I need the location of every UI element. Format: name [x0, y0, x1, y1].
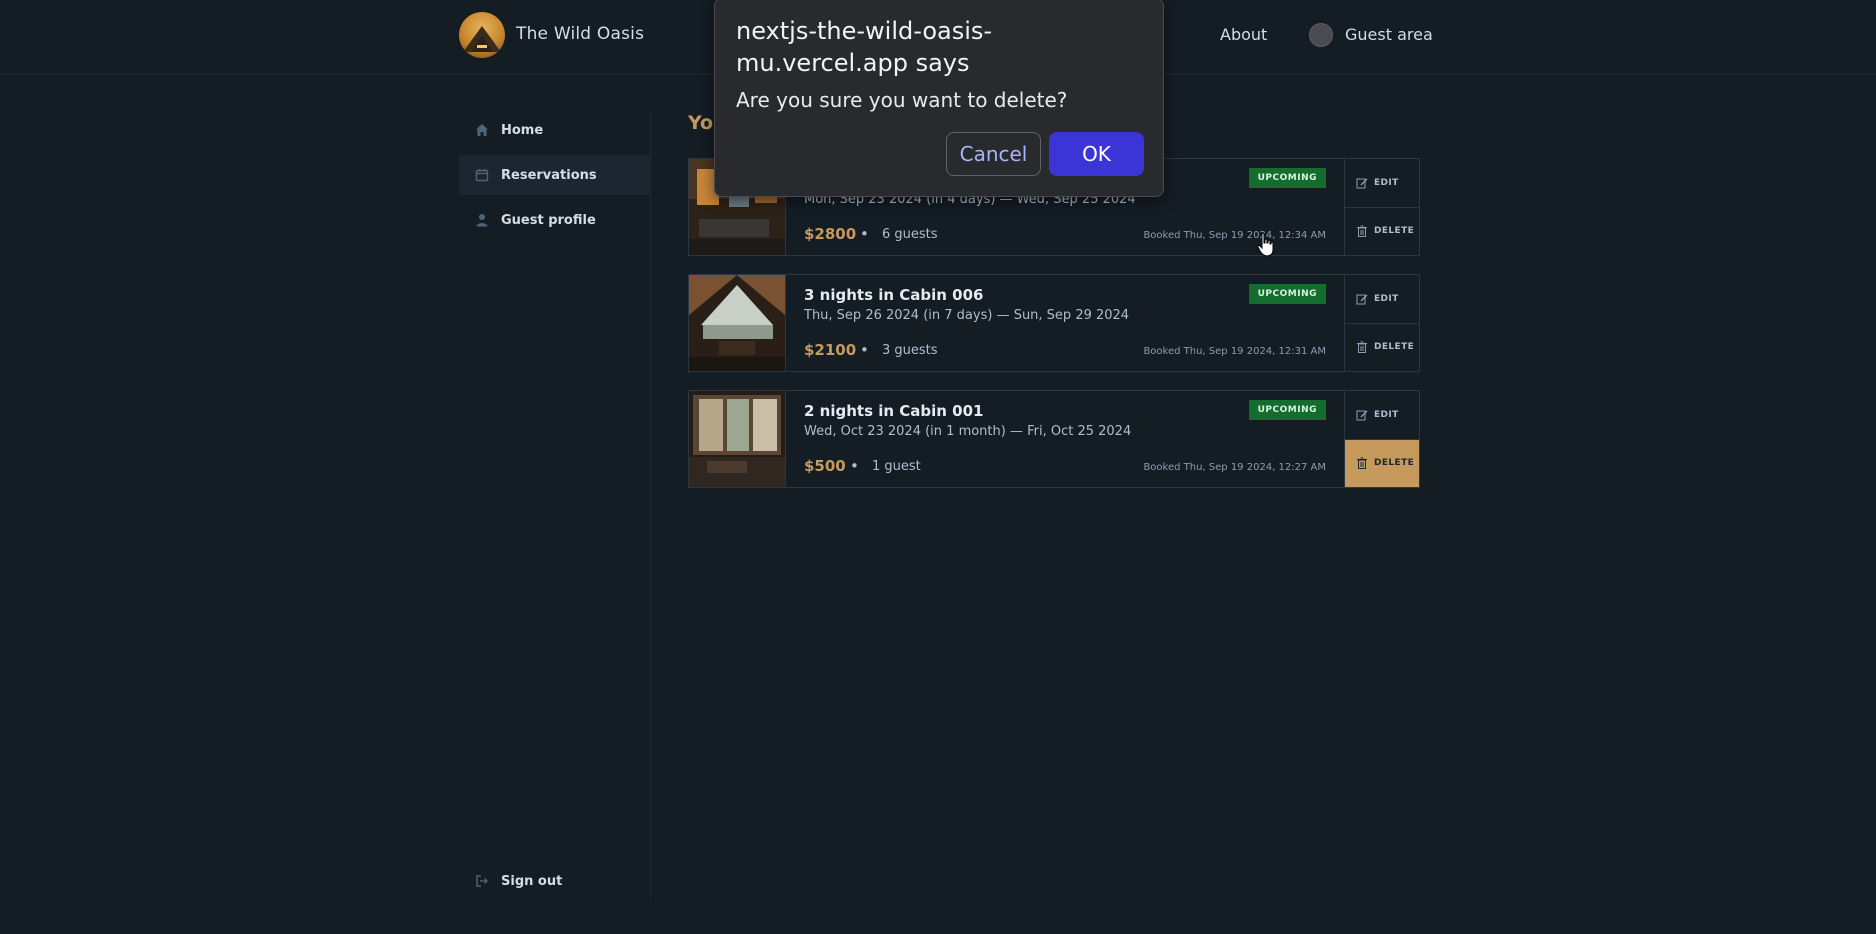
reservation-guests: 1 guest: [872, 459, 921, 474]
sidebar-item-label: Guest profile: [501, 212, 596, 228]
booked-date: Booked Thu, Sep 19 2024, 12:34 AM: [1143, 230, 1326, 241]
status-badge: UPCOMING: [1248, 168, 1326, 188]
sidebar-item-home[interactable]: Home: [459, 110, 651, 150]
booked-date: Booked Thu, Sep 19 2024, 12:27 AM: [1143, 462, 1326, 473]
sidebar-item-reservations[interactable]: Reservations: [459, 155, 651, 195]
edit-button[interactable]: EDIT: [1345, 275, 1419, 323]
sidebar-item-label: Reservations: [501, 167, 597, 183]
reservation-guests: 3 guests: [882, 343, 938, 358]
cabin-image: [689, 275, 785, 371]
reservation-title: 3 nights in Cabin 006: [804, 286, 984, 304]
dialog-message: Are you sure you want to delete?: [736, 88, 1068, 112]
logo[interactable]: [459, 12, 505, 58]
pencil-icon: [1356, 177, 1368, 189]
reservation-actions: EDIT DELETE: [1344, 159, 1419, 255]
trash-icon: [1356, 457, 1368, 470]
separator-dot: •: [850, 457, 859, 475]
edit-label: EDIT: [1374, 293, 1399, 304]
trash-icon: [1356, 225, 1368, 238]
pencil-icon: [1356, 293, 1368, 305]
cancel-button[interactable]: Cancel: [946, 132, 1041, 176]
avatar[interactable]: [1309, 23, 1333, 47]
sign-out-label: Sign out: [501, 873, 563, 889]
calendar-icon: [475, 168, 489, 182]
sidebar-item-label: Home: [501, 122, 544, 138]
pencil-icon: [1356, 409, 1368, 421]
reservation-price: $2800: [804, 225, 857, 243]
brand-name[interactable]: The Wild Oasis: [516, 24, 644, 44]
reservation-card: 2 nights in Cabin 001 Wed, Oct 23 2024 (…: [688, 390, 1420, 488]
delete-label: DELETE: [1374, 226, 1415, 237]
ok-button[interactable]: OK: [1049, 132, 1144, 176]
edit-button[interactable]: EDIT: [1345, 391, 1419, 439]
cabin-image: [689, 391, 785, 487]
reservation-title: 2 nights in Cabin 001: [804, 402, 984, 420]
sign-out-icon: [475, 874, 489, 888]
booked-date: Booked Thu, Sep 19 2024, 12:31 AM: [1143, 346, 1326, 357]
sign-out-button[interactable]: Sign out: [459, 861, 651, 901]
nav-guest-area[interactable]: Guest area: [1345, 25, 1433, 44]
edit-label: EDIT: [1374, 177, 1399, 188]
hand-cursor-icon: [1257, 232, 1274, 257]
edit-button[interactable]: EDIT: [1345, 159, 1419, 207]
trash-icon: [1356, 341, 1368, 354]
separator-dot: •: [860, 225, 869, 243]
reservation-price: $500: [804, 457, 846, 475]
reservation-dates: Wed, Oct 23 2024 (in 1 month) — Fri, Oct…: [804, 424, 1132, 439]
confirm-dialog: nextjs-the-wild-oasis-mu.vercel.app says…: [714, 0, 1164, 197]
nav-about[interactable]: About: [1220, 25, 1267, 44]
reservation-card: 3 nights in Cabin 006 Thu, Sep 26 2024 (…: [688, 274, 1420, 372]
separator-dot: •: [860, 341, 869, 359]
reservation-dates: Thu, Sep 26 2024 (in 7 days) — Sun, Sep …: [804, 308, 1130, 323]
delete-button[interactable]: DELETE: [1345, 322, 1419, 372]
sidebar-item-guest-profile[interactable]: Guest profile: [459, 200, 651, 240]
dialog-title: nextjs-the-wild-oasis-mu.vercel.app says: [736, 17, 993, 77]
status-badge: UPCOMING: [1248, 400, 1326, 420]
reservation-details: 3 nights in Cabin 006 Thu, Sep 26 2024 (…: [785, 275, 1344, 371]
status-badge: UPCOMING: [1248, 284, 1326, 304]
sidebar: Home Reservations Guest profile Sign out: [459, 110, 651, 900]
edit-label: EDIT: [1374, 409, 1399, 420]
user-icon: [475, 213, 489, 227]
reservation-details: 2 nights in Cabin 001 Wed, Oct 23 2024 (…: [785, 391, 1344, 487]
delete-button[interactable]: DELETE: [1345, 206, 1419, 256]
reservation-guests: 6 guests: [882, 227, 938, 242]
home-icon: [475, 123, 489, 137]
delete-label: DELETE: [1374, 458, 1415, 469]
reservation-actions: EDIT DELETE: [1344, 391, 1419, 487]
delete-label: DELETE: [1374, 342, 1415, 353]
reservation-actions: EDIT DELETE: [1344, 275, 1419, 371]
reservation-price: $2100: [804, 341, 857, 359]
delete-button[interactable]: DELETE: [1345, 438, 1419, 487]
